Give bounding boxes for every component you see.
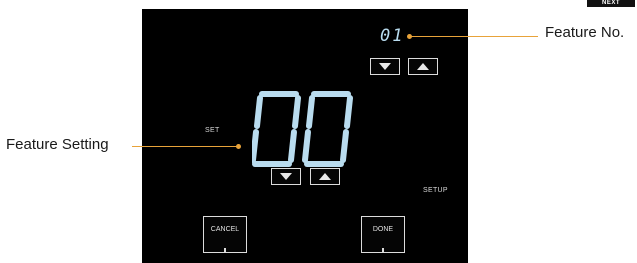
setup-label: SETUP [423,187,448,194]
triangle-down-icon [280,173,292,180]
triangle-up-icon [417,63,429,70]
next-badge: NEXT [587,0,635,7]
triangle-up-icon [319,173,331,180]
feature-number-display: 01 [380,26,405,46]
seven-segment-digits [252,91,353,167]
feature-setting-down-button[interactable] [271,168,301,185]
feature-setting-up-button[interactable] [310,168,340,185]
feature-number-down-button[interactable] [370,58,400,75]
feature-setting-callout-label: Feature Setting [6,136,109,153]
cancel-button[interactable]: CANCEL [203,216,247,253]
feature-setting-callout-line [132,146,238,147]
triangle-down-icon [379,63,391,70]
set-label: SET [205,127,220,134]
feature-no-callout-label: Feature No. [545,24,625,41]
feature-no-callout-line [410,36,538,37]
feature-number-up-button[interactable] [408,58,438,75]
done-button[interactable]: DONE [361,216,405,253]
feature-setting-callout-dot [236,144,241,149]
feature-setting-display: 00 [252,88,356,168]
